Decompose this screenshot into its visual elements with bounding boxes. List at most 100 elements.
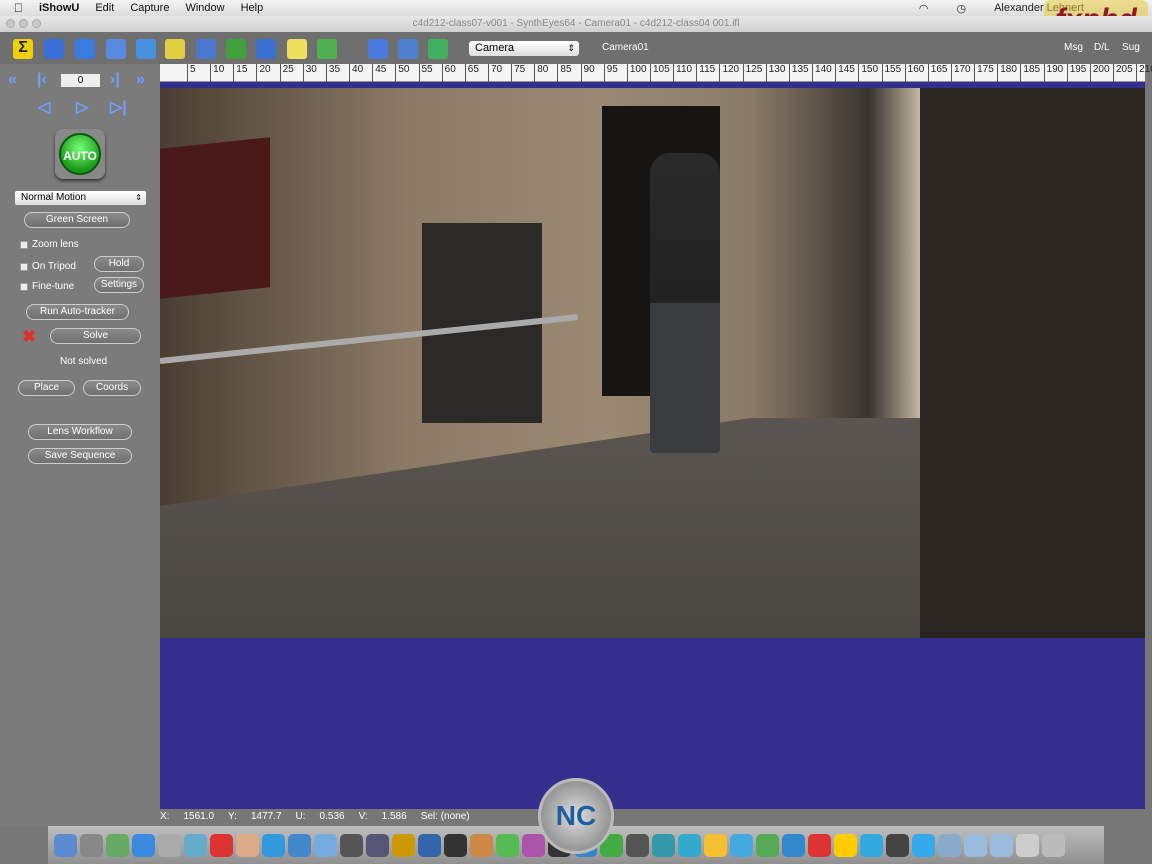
dock-app-icon[interactable] <box>678 833 701 857</box>
dock-app-icon[interactable] <box>158 833 181 857</box>
menu-app[interactable]: iShowU <box>39 2 79 14</box>
menu-window[interactable]: Window <box>185 2 224 14</box>
dock-app-icon[interactable] <box>912 833 935 857</box>
summary-icon[interactable]: Σ <box>13 39 33 59</box>
x-label: X: <box>160 811 170 822</box>
dock-app-icon[interactable] <box>964 833 987 857</box>
zoom-button[interactable] <box>32 19 41 28</box>
lightbulb-icon[interactable] <box>287 39 307 59</box>
dock-app-icon[interactable] <box>132 833 155 857</box>
camera-view-icon[interactable] <box>44 39 64 59</box>
dock-app-icon[interactable] <box>184 833 207 857</box>
frame-input[interactable]: 0 <box>61 74 100 87</box>
run-autotracker-button[interactable]: Run Auto-tracker <box>26 304 129 320</box>
dock-app-icon[interactable] <box>652 833 675 857</box>
hold-button[interactable]: Hold <box>94 256 144 272</box>
dock-app-icon[interactable] <box>470 833 493 857</box>
dock-app-icon[interactable] <box>418 833 441 857</box>
ruler-tick: 90 <box>580 64 595 82</box>
camera-select[interactable]: Camera <box>469 41 579 56</box>
menu-help[interactable]: Help <box>241 2 264 14</box>
fit-icon[interactable] <box>428 39 448 59</box>
dock-app-icon[interactable] <box>756 833 779 857</box>
place-button[interactable]: Place <box>18 380 75 396</box>
dock-app-icon[interactable] <box>54 833 77 857</box>
wifi-icon[interactable]: ◠ <box>919 2 929 15</box>
ruler-tick: 35 <box>325 64 340 82</box>
dock-app-icon[interactable] <box>288 833 311 857</box>
dock-app-icon[interactable] <box>834 833 857 857</box>
dock-app-icon[interactable] <box>366 833 389 857</box>
dock-app-icon[interactable] <box>262 833 285 857</box>
ruler-tick: 75 <box>511 64 525 82</box>
paint-icon[interactable] <box>106 39 126 59</box>
lens-workflow-button[interactable]: Lens Workflow <box>28 424 132 440</box>
y-value: 1477.7 <box>250 811 282 822</box>
sug-button[interactable]: Sug <box>1122 42 1140 53</box>
clock-icon[interactable] <box>398 39 418 59</box>
dock-app-icon[interactable] <box>704 833 727 857</box>
dock-app-icon[interactable] <box>496 833 519 857</box>
settings-button[interactable]: Settings <box>94 277 144 293</box>
cube-icon[interactable] <box>256 39 276 59</box>
dock-app-icon[interactable] <box>990 833 1013 857</box>
fast-forward-icon[interactable]: » <box>136 71 145 89</box>
play-icon[interactable]: ▷ <box>76 97 88 117</box>
dock-app-icon[interactable] <box>340 833 363 857</box>
last-frame-icon[interactable]: ›| <box>110 71 120 89</box>
auto-button[interactable]: AUTO <box>55 129 105 179</box>
dock-app-icon[interactable] <box>860 833 883 857</box>
dock-app-icon[interactable] <box>730 833 753 857</box>
save-sequence-button[interactable]: Save Sequence <box>28 448 132 464</box>
first-frame-icon[interactable]: |‹ <box>37 71 47 89</box>
ruler-tick: 185 <box>1020 64 1040 82</box>
perspective-icon[interactable] <box>317 39 337 59</box>
dock-app-icon[interactable] <box>522 833 545 857</box>
rewind-icon[interactable]: « <box>8 71 17 89</box>
on-tripod-checkbox[interactable]: On Tripod <box>20 261 76 272</box>
dock-app-icon[interactable] <box>444 833 467 857</box>
arrow-right-icon[interactable] <box>368 39 388 59</box>
dl-button[interactable]: D/L <box>1094 42 1110 53</box>
close-button[interactable] <box>6 19 15 28</box>
lens-icon[interactable] <box>165 39 185 59</box>
dock-app-icon[interactable] <box>1042 833 1065 857</box>
dock-app-icon[interactable] <box>314 833 337 857</box>
tracker-icon[interactable] <box>75 39 95 59</box>
dock-app-icon[interactable] <box>782 833 805 857</box>
green-screen-button[interactable]: Green Screen <box>24 212 130 228</box>
dock-app-icon[interactable] <box>392 833 415 857</box>
menu-capture[interactable]: Capture <box>130 2 169 14</box>
ruler-tick: 10 <box>210 64 224 82</box>
zoom-lens-checkbox[interactable]: Zoom lens <box>20 239 79 250</box>
dock-app-icon[interactable] <box>80 833 103 857</box>
fine-tune-checkbox[interactable]: Fine-tune <box>20 281 74 292</box>
step-forward-icon[interactable]: ▷| <box>110 97 127 117</box>
apple-menu-icon[interactable]:  <box>14 1 23 15</box>
dock-app-icon[interactable] <box>808 833 831 857</box>
timeline-ruler[interactable]: 5 10 15 20 25 30 35 40 45 50 55 60 65 70 75 80 85 90 95 100… <box>160 64 1152 82</box>
dock-app-icon[interactable] <box>106 833 129 857</box>
coords-button[interactable]: Coords <box>83 380 141 396</box>
selection-status: Sel: (none) <box>420 811 470 822</box>
dock-app-icon[interactable] <box>626 833 649 857</box>
menu-edit[interactable]: Edit <box>95 2 114 14</box>
phone-icon[interactable] <box>196 39 216 59</box>
error-x-icon: ✖ <box>22 327 37 346</box>
dock-app-icon[interactable] <box>210 833 233 857</box>
ruler-tick: 200 <box>1089 64 1110 82</box>
graph-icon[interactable] <box>226 39 246 59</box>
clock-icon[interactable]: ◷ <box>956 2 966 15</box>
dock-app-icon[interactable] <box>1016 833 1039 857</box>
solve-button[interactable]: Solve <box>50 328 141 344</box>
dock-app-icon[interactable] <box>938 833 961 857</box>
camera-viewport[interactable] <box>160 82 1145 809</box>
msg-button[interactable]: Msg <box>1064 42 1083 53</box>
minimize-button[interactable] <box>19 19 28 28</box>
fine-tune-label: Fine-tune <box>32 281 75 292</box>
dock-app-icon[interactable] <box>236 833 259 857</box>
step-back-icon[interactable]: ◁ <box>38 97 50 117</box>
dock-app-icon[interactable] <box>886 833 909 857</box>
motion-select[interactable]: Normal Motion <box>15 191 146 205</box>
cross-icon[interactable] <box>136 39 156 59</box>
